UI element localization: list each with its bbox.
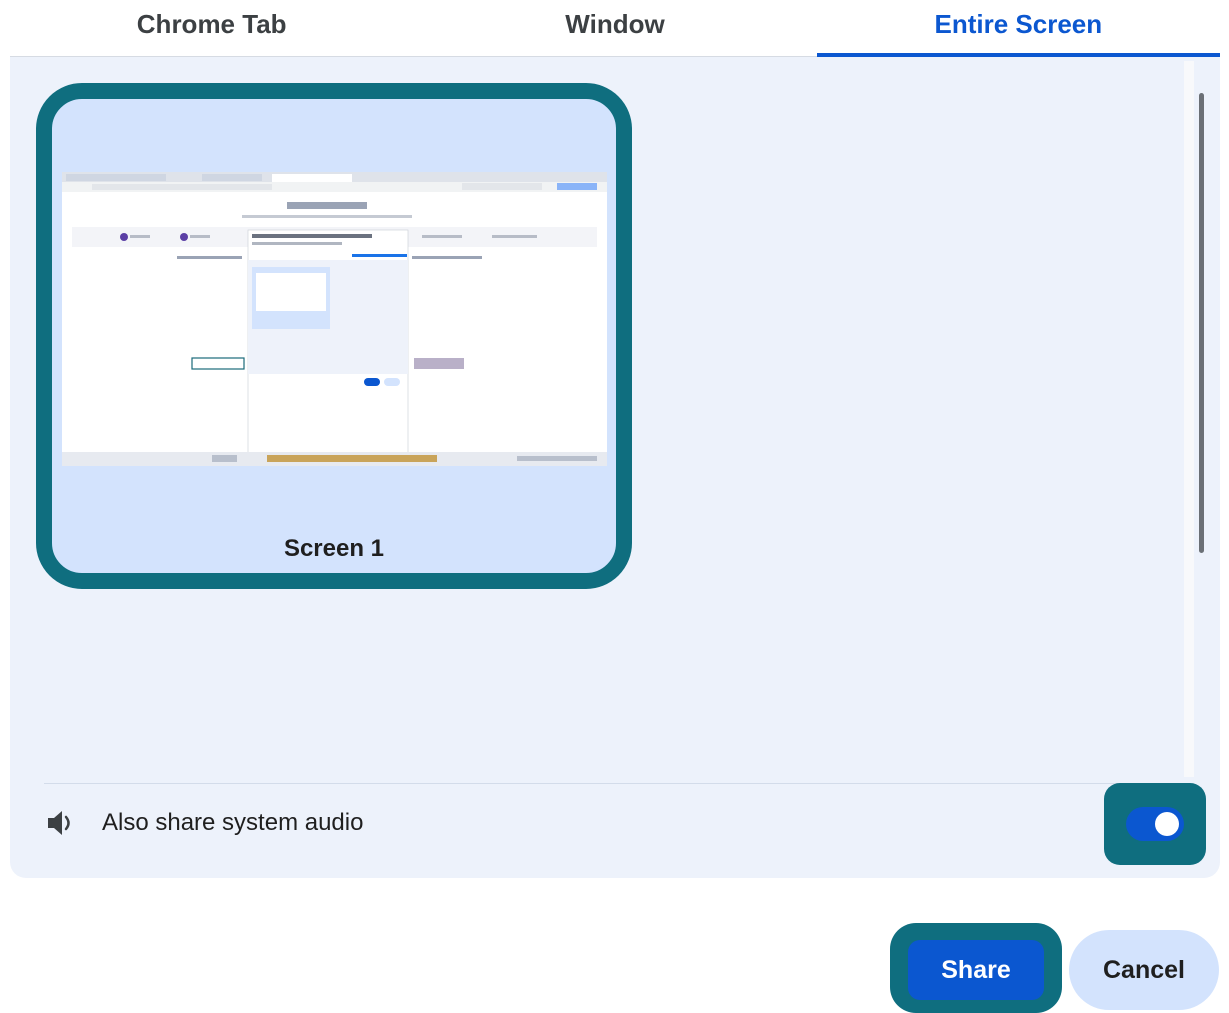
source-panel: Screen 1 Also share system audio [10, 57, 1220, 878]
scrollbar-track[interactable] [1184, 61, 1194, 777]
toggle-knob [1155, 812, 1179, 836]
screen-thumbnail [62, 172, 607, 466]
system-audio-toggle[interactable] [1126, 807, 1184, 841]
screen-list: Screen 1 [10, 57, 1184, 783]
scrollbar-thumb[interactable] [1199, 93, 1204, 553]
audio-toggle-focus [1104, 783, 1206, 865]
divider [44, 783, 1184, 784]
tab-chrome-tab[interactable]: Chrome Tab [10, 0, 413, 56]
cancel-button[interactable]: Cancel [1069, 930, 1219, 1010]
tab-entire-screen[interactable]: Entire Screen [816, 0, 1221, 57]
audio-row: Also share system audio [44, 801, 363, 845]
audio-label: Also share system audio [102, 809, 364, 836]
source-tabs: Chrome Tab Window Entire Screen [10, 0, 1221, 57]
screen-option-card[interactable]: Screen 1 [36, 83, 632, 589]
tab-window[interactable]: Window [413, 0, 816, 56]
speaker-icon [44, 806, 78, 840]
screen-thumbnail-image [62, 172, 607, 466]
screen-label: Screen 1 [283, 535, 385, 562]
share-button[interactable]: Share [908, 940, 1044, 1000]
screen-share-dialog: Chrome Tab Window Entire Screen Screen 1… [0, 0, 1229, 1013]
